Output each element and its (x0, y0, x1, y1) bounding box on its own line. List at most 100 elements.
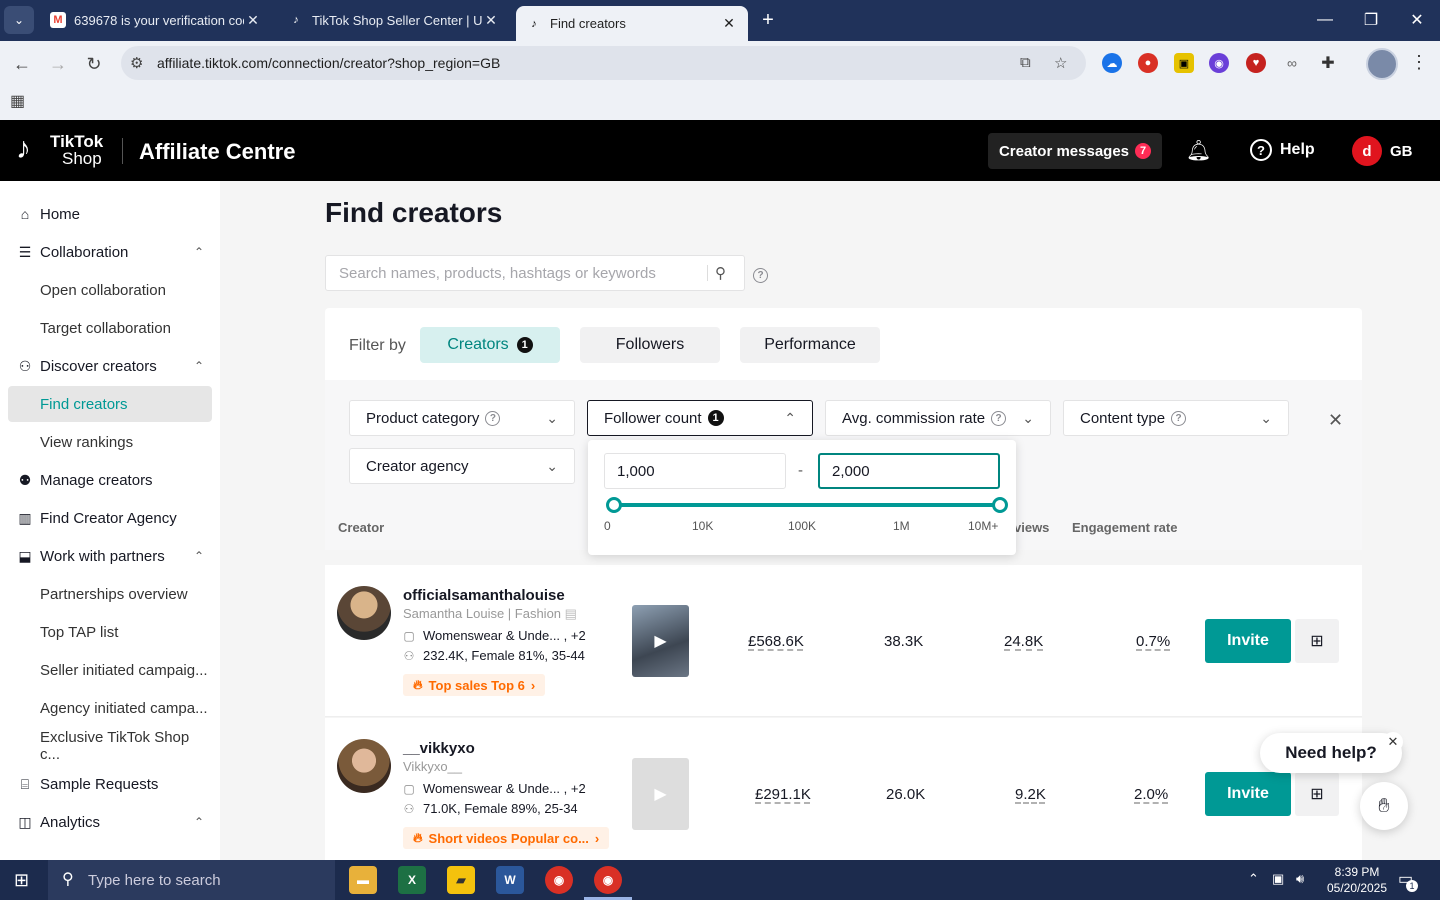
chrome-active-icon[interactable]: ◉ (594, 866, 622, 894)
content-type-dropdown[interactable]: Content type ? ⌄ (1063, 400, 1289, 436)
close-tab-icon[interactable]: ✕ (244, 12, 262, 29)
forward-icon[interactable]: → (44, 50, 72, 78)
profile-avatar[interactable] (1366, 48, 1398, 80)
avg-commission-dropdown[interactable]: Avg. commission rate ? ⌄ (825, 400, 1051, 436)
filter-by-label: Filter by (349, 337, 406, 354)
purple-extension-icon[interactable]: ◉ (1209, 53, 1229, 73)
follower-min-input[interactable]: 1,000 (604, 453, 786, 489)
sidebar-item-collaboration[interactable]: ☰ Collaboration ⌃ (8, 234, 212, 270)
search-icon[interactable]: ⚲ (715, 264, 726, 282)
sidebar-item-analytics[interactable]: ◫ Analytics ⌃ (8, 804, 212, 840)
excel-icon[interactable]: X (398, 866, 426, 894)
close-tab-icon[interactable]: ✕ (720, 15, 738, 32)
minimize-icon[interactable]: — (1302, 0, 1348, 40)
sidebar-item-target-collaboration[interactable]: Target collaboration (8, 310, 212, 346)
creator-avatar[interactable] (337, 739, 391, 793)
browser-tab-seller-center[interactable]: ♪ TikTok Shop Seller Center | United ✕ (278, 4, 510, 36)
reload-icon[interactable]: ↻ (80, 50, 108, 78)
browser-menu-icon[interactable]: ⋮ (1410, 52, 1428, 73)
file-explorer-icon[interactable]: ▬ (349, 866, 377, 894)
restore-icon[interactable]: ❐ (1348, 0, 1394, 40)
bookmark-star-icon[interactable]: ☆ (1054, 54, 1067, 72)
creator-tag[interactable]: 🔥︎ Top sales Top 6 › (403, 674, 546, 696)
video-thumbnail[interactable]: ▶ (632, 605, 689, 677)
sidebar-item-seller-initiated-campaig[interactable]: Seller initiated campaig... (8, 652, 212, 688)
address-bar[interactable]: affiliate.tiktok.com/connection/creator?… (121, 46, 1086, 80)
info-icon[interactable]: ? (1171, 410, 1187, 426)
search-help-icon[interactable]: ? (753, 268, 768, 283)
sidebar-item-label: Target collaboration (40, 319, 171, 337)
install-app-icon[interactable]: ⧉ (1020, 54, 1031, 71)
follower-count-dropdown[interactable]: Follower count 1 ⌃ (587, 400, 813, 436)
follower-max-input[interactable]: 2,000 (818, 453, 1000, 489)
browser-tab-gmail[interactable]: M 639678 is your verification code ✕ (40, 4, 272, 36)
apps-grid-icon[interactable]: ▦ (10, 91, 25, 111)
sidebar-item-work-with-partners[interactable]: ⬓ Work with partners ⌃ (8, 538, 212, 574)
clear-filters-icon[interactable]: ✕ (1328, 410, 1343, 431)
tab-search-button[interactable]: ⌄ (4, 6, 34, 34)
sidebar-item-agency-initiated-campa[interactable]: Agency initiated campa... (8, 690, 212, 726)
taskbar-clock[interactable]: 8:39 PM 05/20/2025 (1322, 864, 1392, 896)
filter-tab-performance[interactable]: Performance (740, 327, 880, 363)
sidebar-item-home[interactable]: ⌂ Home (8, 196, 212, 232)
info-icon[interactable]: ? (991, 410, 1007, 426)
filter-tab-creators[interactable]: Creators 1 (420, 327, 560, 363)
sidebar-item-exclusive-tiktok-shop-c[interactable]: Exclusive TikTok Shop c... (8, 728, 212, 764)
save-creator-button[interactable]: ⊞ (1295, 619, 1339, 663)
sidebar-item-view-rankings[interactable]: View rankings (8, 424, 212, 460)
close-window-icon[interactable]: ✕ (1394, 0, 1440, 40)
close-tab-icon[interactable]: ✕ (482, 12, 500, 29)
taskbar-search-input[interactable]: Type here to search (48, 860, 335, 900)
creator-messages-button[interactable]: Creator messages 7 (988, 133, 1162, 169)
slider-min-handle[interactable] (606, 497, 622, 513)
pokeball-extension-icon[interactable]: ● (1138, 53, 1158, 73)
video-thumbnail[interactable]: ▶ (632, 758, 689, 830)
invite-button[interactable]: Invite (1205, 772, 1291, 816)
yellow-extension-icon[interactable]: ▣ (1174, 53, 1194, 73)
product-category-dropdown[interactable]: Product category ? ⌄ (349, 400, 575, 436)
extensions-puzzle-icon[interactable]: ✚ (1318, 53, 1338, 73)
search-input[interactable]: Search names, products, hashtags or keyw… (325, 255, 745, 291)
creator-handle[interactable]: __vikkyxo (403, 740, 475, 757)
sidebar-item-sample-requests[interactable]: ⌸ Sample Requests (8, 766, 212, 802)
browser-tab-find-creators[interactable]: ♪ Find creators ✕ (516, 6, 748, 41)
meet-icon[interactable]: ▣ (1272, 871, 1284, 887)
close-help-icon[interactable]: ✕ (1383, 732, 1403, 752)
creator-tag[interactable]: 🔥︎ Short videos Popular co... › (403, 827, 610, 849)
help-chat-button[interactable]: ✋︎ (1360, 782, 1408, 830)
site-info-icon[interactable]: ⚙ (130, 54, 143, 72)
sidebar-item-discover-creators[interactable]: ⚇ Discover creators ⌃ (8, 348, 212, 384)
creator-handle[interactable]: officialsamanthalouise (403, 587, 565, 604)
invite-button[interactable]: Invite (1205, 619, 1291, 663)
chrome-icon[interactable]: ◉ (545, 866, 573, 894)
cloud-extension-icon[interactable]: ☁ (1102, 53, 1122, 73)
info-icon[interactable]: ? (485, 410, 501, 426)
save-creator-button[interactable]: ⊞ (1295, 772, 1339, 816)
new-tab-icon[interactable]: + (756, 8, 780, 32)
tray-overflow-icon[interactable]: ⌃ (1248, 871, 1259, 887)
creator-avatar[interactable] (337, 586, 391, 640)
filter-tab-followers[interactable]: Followers (580, 327, 720, 363)
red-extension-icon[interactable]: ♥ (1246, 53, 1266, 73)
tiktok-shop-logo[interactable]: TikTok Shop (50, 133, 103, 167)
account-menu[interactable]: d GB (1352, 136, 1413, 166)
sidebar-item-top-tap-list[interactable]: Top TAP list (8, 614, 212, 650)
windows-start-icon[interactable]: ⊞ (14, 870, 29, 891)
sidebar-item-manage-creators[interactable]: ⚉ Manage creators (8, 462, 212, 498)
need-help-bubble[interactable]: Need help? (1260, 733, 1402, 773)
follower-slider-track[interactable] (614, 503, 1000, 507)
sidebar-item-find-creators[interactable]: Find creators (8, 386, 212, 422)
back-icon[interactable]: ← (8, 50, 36, 78)
help-button[interactable]: ? Help (1250, 139, 1315, 161)
word-icon[interactable]: W (496, 866, 524, 894)
creator-agency-dropdown[interactable]: Creator agency ⌄ (349, 448, 575, 484)
volume-icon[interactable]: 🔊︎ (1296, 871, 1304, 887)
slider-max-handle[interactable] (992, 497, 1008, 513)
users-icon: ⚉ (18, 471, 32, 488)
sidebar-item-open-collaboration[interactable]: Open collaboration (8, 272, 212, 308)
sidebar-item-partnerships-overview[interactable]: Partnerships overview (8, 576, 212, 612)
link-extension-icon[interactable]: ∞ (1282, 53, 1302, 73)
sidebar-item-find-creator-agency[interactable]: ▥ Find Creator Agency (8, 500, 212, 536)
sticky-notes-icon[interactable]: ▰ (447, 866, 475, 894)
bell-icon[interactable]: 🔔︎ (1186, 138, 1211, 163)
